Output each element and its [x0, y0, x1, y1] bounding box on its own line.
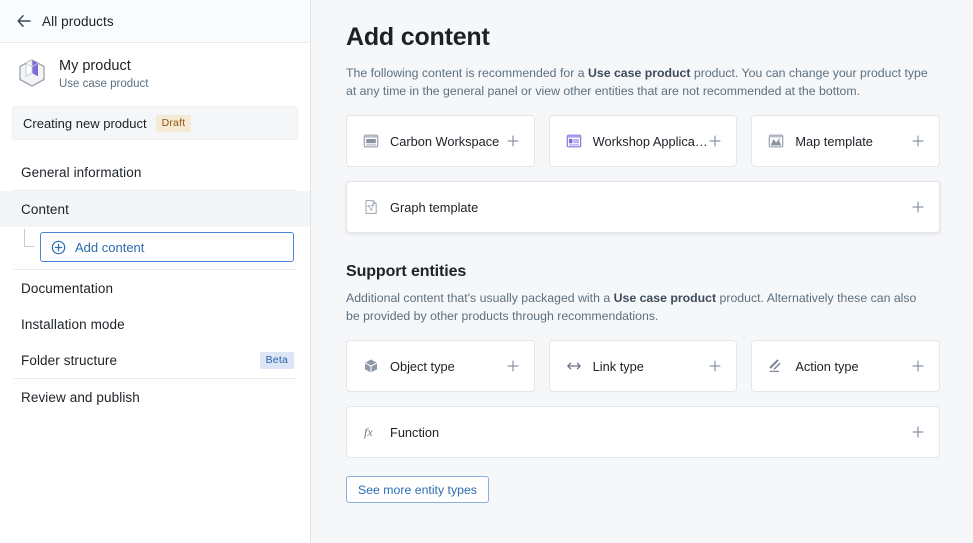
sidebar-item-review-and-publish[interactable]: Review and publish — [0, 379, 310, 415]
support-entities-description: Additional content that's usually packag… — [346, 290, 922, 325]
plus-icon[interactable] — [911, 425, 925, 439]
entity-card-label: Workshop Application — [592, 133, 709, 149]
entity-card-label: Function — [390, 424, 440, 440]
support-description-part1: Additional content that's usually packag… — [346, 291, 614, 305]
beta-badge: Beta — [259, 351, 294, 369]
status-card: Creating new product Draft — [12, 106, 298, 140]
link-type-icon — [566, 362, 581, 370]
entity-card-label: Map template — [795, 133, 873, 149]
content-subnav: Add content — [0, 227, 310, 269]
sidebar-subitem-label: Add content — [75, 239, 145, 255]
entity-card-label: Action type — [795, 358, 859, 374]
status-badge: Draft — [155, 114, 192, 132]
page-description-emphasis: Use case product — [587, 66, 691, 80]
svg-text:fx: fx — [364, 425, 373, 439]
entity-card-label: Carbon Workspace — [390, 133, 500, 149]
product-type: Use case product — [59, 78, 149, 90]
tree-elbow-icon — [24, 229, 34, 247]
workshop-application-icon — [566, 134, 581, 148]
entity-card-object-type[interactable]: Object type — [346, 340, 535, 392]
entity-card-label: Link type — [592, 358, 644, 374]
sidebar-item-label: Review and publish — [21, 389, 140, 405]
entity-card-map-template[interactable]: Map template — [751, 115, 941, 167]
main-content: Add content The following content is rec… — [311, 0, 973, 543]
entity-card-label: Graph template — [390, 199, 479, 215]
sidebar-item-content[interactable]: Content — [0, 191, 310, 227]
entity-card-label: Object type — [390, 358, 455, 374]
status-text: Creating new product — [23, 115, 147, 131]
graph-template-icon — [365, 200, 377, 214]
product-box-icon — [19, 59, 45, 87]
support-card-row: Object type Link type Action type — [346, 340, 941, 392]
plus-icon[interactable] — [708, 359, 722, 373]
see-more-entity-types-button[interactable]: See more entity types — [346, 476, 489, 503]
sidebar-nav: General information Content Add content — [0, 154, 310, 415]
app-root: All products My product Use case product… — [0, 0, 973, 543]
sidebar-item-add-content[interactable]: Add content — [40, 232, 294, 262]
entity-card-link-type[interactable]: Link type — [548, 340, 738, 392]
plus-icon[interactable] — [911, 200, 925, 214]
sidebar-item-label: Installation mode — [21, 316, 125, 332]
entity-card-workshop-application[interactable]: Workshop Application — [548, 115, 738, 167]
map-template-icon — [769, 134, 784, 148]
plus-icon[interactable] — [506, 134, 520, 148]
product-name: My product — [59, 58, 131, 74]
back-link-label: All products — [42, 13, 114, 29]
action-type-icon — [769, 359, 781, 373]
sidebar-item-label: Folder structure — [21, 352, 118, 368]
object-type-icon — [364, 359, 378, 373]
entity-card-graph-template[interactable]: Graph template — [346, 181, 940, 233]
entity-card-carbon-workspace[interactable]: Carbon Workspace — [346, 115, 535, 167]
sidebar-item-documentation[interactable]: Documentation — [0, 270, 310, 306]
product-header: My product Use case product — [0, 43, 310, 104]
page-title: Add content — [346, 23, 490, 51]
function-icon: fx — [364, 425, 373, 439]
entity-card-function[interactable]: fx Function — [346, 406, 940, 458]
sidebar-item-general-information[interactable]: General information — [0, 154, 310, 190]
sidebar-item-label: General information — [21, 164, 142, 180]
sidebar: All products My product Use case product… — [0, 0, 311, 543]
support-description-emphasis: Use case product — [613, 291, 717, 305]
recommended-card-row: Carbon Workspace Workshop Application Ma… — [346, 115, 941, 167]
sidebar-item-installation-mode[interactable]: Installation mode — [0, 306, 310, 342]
sidebar-item-folder-structure[interactable]: Folder structure Beta — [0, 342, 310, 378]
plus-icon[interactable] — [911, 134, 925, 148]
plus-icon[interactable] — [708, 134, 722, 148]
plus-circle-icon — [51, 240, 66, 254]
support-entities-title: Support entities — [346, 263, 467, 280]
page-description-part1: The following content is recommended for… — [346, 66, 588, 80]
sidebar-item-label: Documentation — [21, 280, 114, 296]
carbon-workspace-icon — [363, 134, 379, 148]
arrow-left-icon — [17, 15, 31, 27]
sidebar-item-label: Content — [21, 201, 69, 217]
page-description: The following content is recommended for… — [346, 65, 940, 100]
back-to-all-products[interactable]: All products — [0, 0, 310, 43]
entity-card-action-type[interactable]: Action type — [751, 340, 941, 392]
plus-icon[interactable] — [911, 359, 925, 373]
plus-icon[interactable] — [506, 359, 520, 373]
